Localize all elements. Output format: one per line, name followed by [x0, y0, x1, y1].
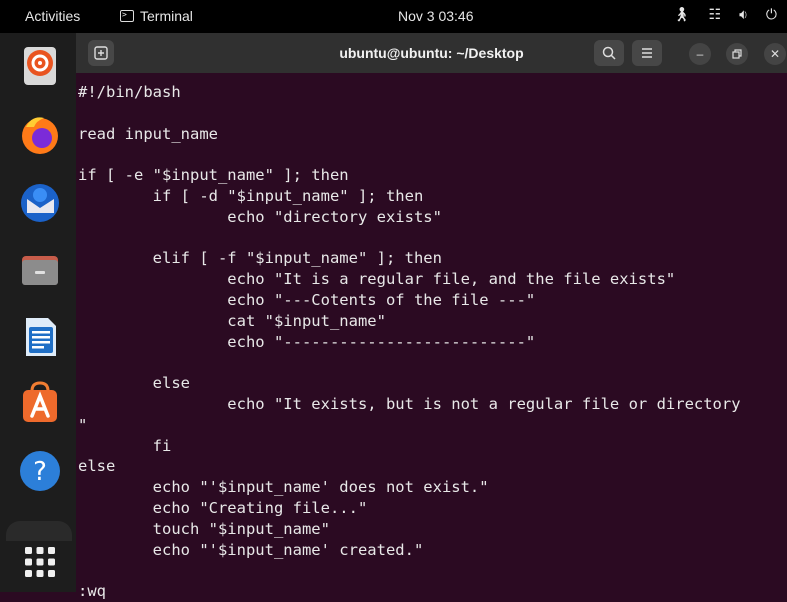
menu-button[interactable] — [632, 40, 662, 66]
thunderbird-icon — [21, 184, 59, 222]
terminal-line: if [ -e "$input_name" ]; then — [78, 166, 349, 185]
terminal-line: read input_name — [78, 124, 218, 143]
terminal-line: echo "--------------------------" — [78, 332, 536, 351]
accessibility-icon[interactable]: 🚶︎ — [673, 6, 691, 23]
terminal-app-icon: > — [120, 10, 134, 22]
search-button[interactable] — [594, 40, 624, 66]
help-icon: ? — [20, 451, 60, 491]
power-icon: ⏻ — [765, 6, 777, 22]
minimize-button[interactable]: – — [689, 43, 711, 65]
network-icon: ☷ — [708, 6, 722, 22]
terminal-line: echo "---Cotents of the file ---" — [78, 290, 536, 309]
activities-button[interactable]: Activities — [25, 8, 80, 24]
terminal-headerbar: ubuntu@ubuntu: ~/Desktop – ✕ — [76, 33, 787, 73]
restore-icon — [732, 49, 742, 59]
top-bar: Activities > Terminal Nov 3 03:46 🚶︎ ☷ 🔉… — [0, 0, 787, 33]
terminal-line: cat "$input_name" — [78, 311, 386, 330]
app-center-icon — [23, 381, 57, 422]
terminal-body[interactable]: #!/bin/bash read input_nameif [ -e "$inpu… — [76, 73, 787, 600]
terminal-line: echo "It is a regular file, and the file… — [78, 270, 676, 289]
terminal-line: echo "'$input_name' created." — [78, 540, 424, 559]
dock-item-writer[interactable] — [18, 315, 62, 359]
firefox-icon — [22, 117, 58, 154]
search-icon — [602, 46, 616, 60]
terminal-line: else — [78, 457, 116, 476]
terminal-line: fi — [78, 436, 172, 455]
minimize-icon: – — [696, 47, 704, 61]
dock-item-app-center[interactable] — [18, 381, 62, 425]
files-icon — [22, 256, 58, 285]
terminal-line: if [ -d "$input_name" ]; then — [78, 186, 424, 205]
system-status-area[interactable]: 🚶︎ ☷ 🔉︎ ⏻ — [673, 6, 777, 23]
show-apps-icon — [25, 547, 55, 577]
svg-text:?: ? — [33, 457, 47, 487]
terminal-line: echo "It exists, but is not a regular fi… — [78, 394, 741, 413]
app-menu[interactable]: > Terminal — [120, 8, 193, 24]
clock[interactable]: Nov 3 03:46 — [398, 8, 474, 24]
terminal-line: elif [ -f "$input_name" ]; then — [78, 249, 442, 268]
terminal-line: " — [78, 415, 88, 434]
dock-item-thunderbird[interactable] — [18, 181, 62, 225]
dock: ? — [0, 33, 76, 592]
volume-icon: 🔉︎ — [739, 6, 748, 22]
terminal-output: #!/bin/bash read input_nameif [ -e "$inpu… — [78, 82, 741, 602]
show-applications-button[interactable] — [18, 538, 62, 582]
terminal-line: echo "'$input_name' does not exist." — [78, 478, 489, 497]
ubuntu-installer-icon — [24, 47, 56, 85]
maximize-button[interactable] — [726, 43, 748, 65]
dock-item-installer[interactable] — [18, 43, 62, 87]
libreoffice-writer-icon — [26, 318, 56, 356]
hamburger-menu-icon — [642, 48, 652, 58]
dock-item-files[interactable] — [18, 247, 62, 291]
app-menu-label: Terminal — [140, 8, 193, 24]
terminal-line: #!/bin/bash — [78, 83, 181, 101]
dock-item-firefox[interactable] — [18, 113, 62, 157]
terminal-line: echo "directory exists" — [78, 207, 442, 226]
terminal-line: echo "Creating file..." — [78, 498, 368, 517]
terminal-line: else — [78, 374, 190, 393]
dock-item-help[interactable]: ? — [18, 449, 62, 493]
close-button[interactable]: ✕ — [764, 43, 786, 65]
close-icon: ✕ — [769, 47, 781, 61]
window-title: ubuntu@ubuntu: ~/Desktop — [339, 45, 524, 61]
terminal-line: touch "$input_name" — [78, 519, 330, 538]
